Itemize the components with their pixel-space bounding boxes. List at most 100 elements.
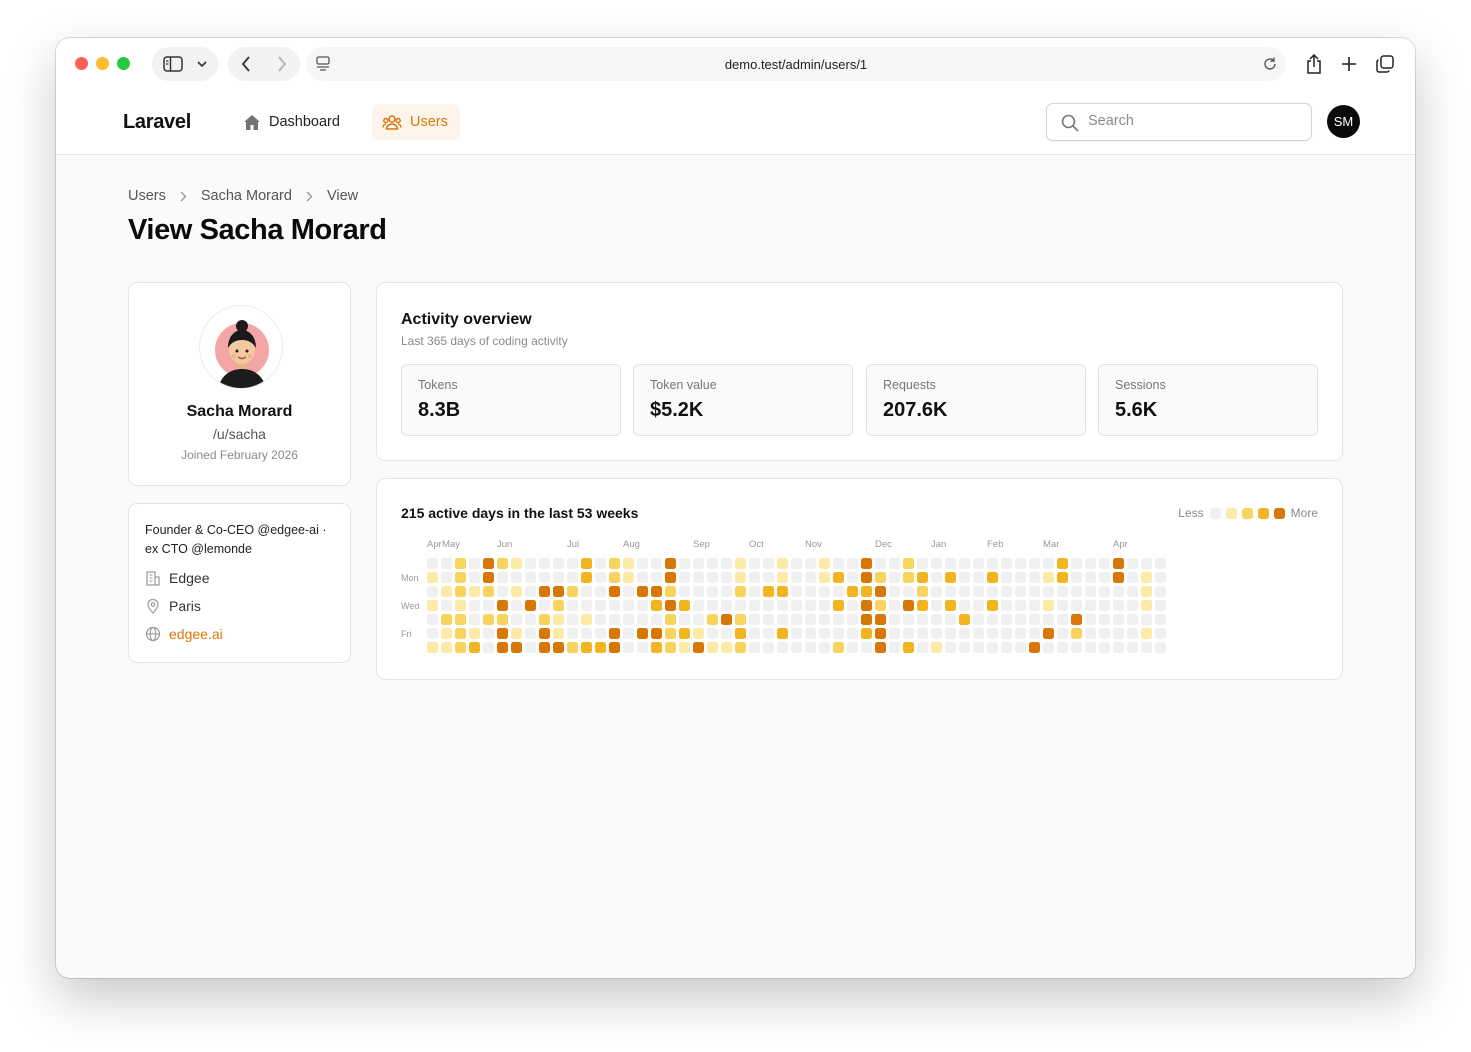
heatmap-cell[interactable] xyxy=(1113,572,1124,583)
heatmap-cell[interactable] xyxy=(595,600,606,611)
heatmap-cell[interactable] xyxy=(917,558,928,569)
heatmap-cell[interactable] xyxy=(1099,642,1110,653)
heatmap-cell[interactable] xyxy=(595,586,606,597)
heatmap-cell[interactable] xyxy=(455,600,466,611)
tab-overview-button[interactable] xyxy=(1368,47,1402,81)
heatmap-cell[interactable] xyxy=(819,572,830,583)
heatmap-cell[interactable] xyxy=(567,572,578,583)
heatmap-cell[interactable] xyxy=(581,614,592,625)
heatmap-cell[interactable] xyxy=(1057,572,1068,583)
heatmap-cell[interactable] xyxy=(525,614,536,625)
heatmap-cell[interactable] xyxy=(721,572,732,583)
heatmap-cell[interactable] xyxy=(861,586,872,597)
heatmap-cell[interactable] xyxy=(1155,642,1166,653)
heatmap-cell[interactable] xyxy=(721,586,732,597)
heatmap-cell[interactable] xyxy=(1127,628,1138,639)
heatmap-cell[interactable] xyxy=(1085,628,1096,639)
heatmap-cell[interactable] xyxy=(581,586,592,597)
heatmap-cell[interactable] xyxy=(749,628,760,639)
heatmap-cell[interactable] xyxy=(973,558,984,569)
heatmap-cell[interactable] xyxy=(945,572,956,583)
heatmap-cell[interactable] xyxy=(469,586,480,597)
heatmap-cell[interactable] xyxy=(497,642,508,653)
heatmap-cell[interactable] xyxy=(707,642,718,653)
heatmap-cell[interactable] xyxy=(889,614,900,625)
heatmap-cell[interactable] xyxy=(875,572,886,583)
heatmap-cell[interactable] xyxy=(441,628,452,639)
heatmap-cell[interactable] xyxy=(987,572,998,583)
heatmap-cell[interactable] xyxy=(819,614,830,625)
heatmap-cell[interactable] xyxy=(553,614,564,625)
heatmap-cell[interactable] xyxy=(525,628,536,639)
heatmap-cell[interactable] xyxy=(735,628,746,639)
heatmap-cell[interactable] xyxy=(525,600,536,611)
heatmap-cell[interactable] xyxy=(833,628,844,639)
heatmap-cell[interactable] xyxy=(861,628,872,639)
heatmap-cell[interactable] xyxy=(665,628,676,639)
heatmap-cell[interactable] xyxy=(791,614,802,625)
heatmap-cell[interactable] xyxy=(511,600,522,611)
heatmap-cell[interactable] xyxy=(511,586,522,597)
heatmap-cell[interactable] xyxy=(791,628,802,639)
heatmap-cell[interactable] xyxy=(693,614,704,625)
heatmap-cell[interactable] xyxy=(553,572,564,583)
heatmap-cell[interactable] xyxy=(609,558,620,569)
heatmap-cell[interactable] xyxy=(1057,558,1068,569)
heatmap-cell[interactable] xyxy=(1141,558,1152,569)
heatmap-cell[interactable] xyxy=(1127,642,1138,653)
heatmap-cell[interactable] xyxy=(567,558,578,569)
heatmap-cell[interactable] xyxy=(595,628,606,639)
heatmap-cell[interactable] xyxy=(1043,642,1054,653)
heatmap-cell[interactable] xyxy=(875,628,886,639)
heatmap-cell[interactable] xyxy=(497,614,508,625)
heatmap-cell[interactable] xyxy=(497,558,508,569)
heatmap-cell[interactable] xyxy=(735,614,746,625)
heatmap-cell[interactable] xyxy=(497,600,508,611)
heatmap-cell[interactable] xyxy=(973,614,984,625)
heatmap-cell[interactable] xyxy=(959,628,970,639)
heatmap-cell[interactable] xyxy=(525,642,536,653)
heatmap-cell[interactable] xyxy=(455,614,466,625)
heatmap-cell[interactable] xyxy=(847,558,858,569)
heatmap-cell[interactable] xyxy=(791,642,802,653)
heatmap-cell[interactable] xyxy=(889,572,900,583)
heatmap-cell[interactable] xyxy=(819,642,830,653)
heatmap-cell[interactable] xyxy=(833,572,844,583)
heatmap-cell[interactable] xyxy=(637,572,648,583)
heatmap-cell[interactable] xyxy=(595,558,606,569)
heatmap-cell[interactable] xyxy=(623,614,634,625)
heatmap-cell[interactable] xyxy=(847,614,858,625)
heatmap-cell[interactable] xyxy=(637,642,648,653)
heatmap-cell[interactable] xyxy=(819,558,830,569)
nav-item-users[interactable]: Users xyxy=(372,104,460,140)
heatmap-cell[interactable] xyxy=(609,614,620,625)
heatmap-cell[interactable] xyxy=(1141,586,1152,597)
heatmap-cell[interactable] xyxy=(539,572,550,583)
heatmap-cell[interactable] xyxy=(945,558,956,569)
heatmap-cell[interactable] xyxy=(553,558,564,569)
heatmap-cell[interactable] xyxy=(763,572,774,583)
heatmap-cell[interactable] xyxy=(693,628,704,639)
heatmap-cell[interactable] xyxy=(623,642,634,653)
heatmap-cell[interactable] xyxy=(707,572,718,583)
heatmap-cell[interactable] xyxy=(679,558,690,569)
heatmap-cell[interactable] xyxy=(959,614,970,625)
heatmap-cell[interactable] xyxy=(553,600,564,611)
heatmap-cell[interactable] xyxy=(1141,600,1152,611)
heatmap-cell[interactable] xyxy=(1001,586,1012,597)
heatmap-cell[interactable] xyxy=(497,586,508,597)
heatmap-cell[interactable] xyxy=(595,614,606,625)
heatmap-cell[interactable] xyxy=(1057,586,1068,597)
heatmap-cell[interactable] xyxy=(511,614,522,625)
heatmap-cell[interactable] xyxy=(1099,600,1110,611)
heatmap-cell[interactable] xyxy=(567,614,578,625)
heatmap-cell[interactable] xyxy=(539,586,550,597)
heatmap-cell[interactable] xyxy=(455,586,466,597)
heatmap-cell[interactable] xyxy=(1113,558,1124,569)
heatmap-cell[interactable] xyxy=(651,586,662,597)
heatmap-cell[interactable] xyxy=(693,572,704,583)
heatmap-cell[interactable] xyxy=(567,642,578,653)
heatmap-cell[interactable] xyxy=(1085,558,1096,569)
heatmap-cell[interactable] xyxy=(1099,614,1110,625)
heatmap-cell[interactable] xyxy=(609,628,620,639)
